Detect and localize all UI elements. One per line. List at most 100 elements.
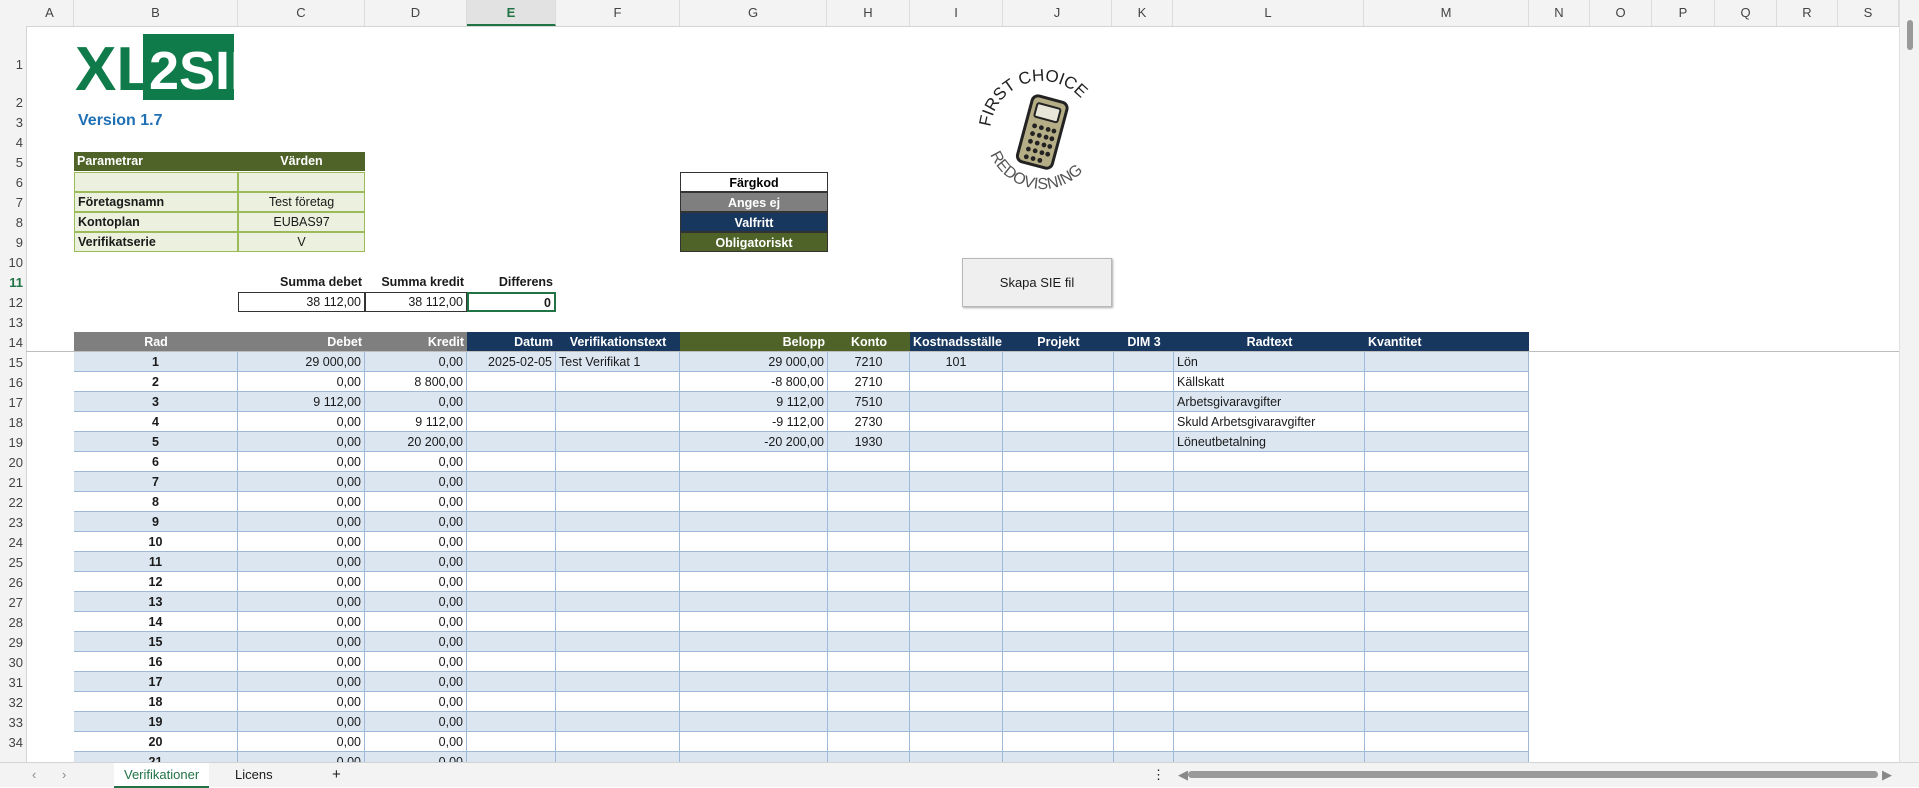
row-header-6[interactable]: 6 — [0, 172, 26, 192]
table-cell-kostnadsstalle[interactable] — [910, 372, 1003, 392]
table-cell-datum[interactable] — [467, 672, 556, 692]
table-cell-projekt[interactable] — [1003, 472, 1114, 492]
table-cell-konto[interactable]: 1930 — [828, 432, 910, 452]
table-cell-kostnadsstalle[interactable] — [910, 612, 1003, 632]
table-cell-rad[interactable]: 11 — [74, 552, 238, 572]
table-cell-belopp[interactable] — [680, 592, 828, 612]
table-cell-kvantitet[interactable] — [1365, 352, 1529, 372]
row-header-22[interactable]: 22 — [0, 492, 26, 512]
table-cell-kredit[interactable]: 0,00 — [365, 692, 467, 712]
table-cell-dim3[interactable] — [1114, 452, 1174, 472]
table-cell-datum[interactable] — [467, 372, 556, 392]
table-cell-kvantitet[interactable] — [1365, 592, 1529, 612]
row-header-21[interactable]: 21 — [0, 472, 26, 492]
table-cell-konto[interactable]: 2710 — [828, 372, 910, 392]
row-header-30[interactable]: 30 — [0, 652, 26, 672]
column-header-k[interactable]: K — [1112, 0, 1173, 26]
table-cell-kostnadsstalle[interactable] — [910, 652, 1003, 672]
table-cell-kostnadsstalle[interactable] — [910, 452, 1003, 472]
table-cell-verifikationstext[interactable] — [556, 752, 680, 762]
param-value-series[interactable]: V — [238, 232, 365, 252]
row-header-5[interactable]: 5 — [0, 152, 26, 172]
table-cell-rad[interactable]: 9 — [74, 512, 238, 532]
table-cell-belopp[interactable]: 29 000,00 — [680, 352, 828, 372]
table-cell-kostnadsstalle[interactable] — [910, 732, 1003, 752]
table-cell-belopp[interactable] — [680, 532, 828, 552]
table-cell-kredit[interactable]: 0,00 — [365, 552, 467, 572]
table-cell-projekt[interactable] — [1003, 592, 1114, 612]
table-cell-radtext[interactable] — [1174, 552, 1365, 572]
table-cell-projekt[interactable] — [1003, 492, 1114, 512]
table-cell-radtext[interactable] — [1174, 752, 1365, 762]
create-sie-file-button[interactable]: Skapa SIE fil — [962, 258, 1112, 307]
sum-kredit-value[interactable]: 38 112,00 — [365, 292, 467, 312]
row-header-14[interactable]: 14 — [0, 332, 26, 352]
table-cell-kvantitet[interactable] — [1365, 732, 1529, 752]
table-cell-konto[interactable] — [828, 572, 910, 592]
row-header-25[interactable]: 25 — [0, 552, 26, 572]
table-cell-verifikationstext[interactable] — [556, 472, 680, 492]
col-header-projekt[interactable]: Projekt — [1003, 332, 1114, 352]
table-cell-dim3[interactable] — [1114, 512, 1174, 532]
table-cell-kostnadsstalle[interactable] — [910, 512, 1003, 532]
table-cell-kredit[interactable]: 0,00 — [365, 392, 467, 412]
table-cell-kredit[interactable]: 0,00 — [365, 532, 467, 552]
scroll-right-icon[interactable]: ▶ — [1872, 763, 1902, 786]
table-cell-kvantitet[interactable] — [1365, 572, 1529, 592]
table-cell-dim3[interactable] — [1114, 632, 1174, 652]
table-cell-verifikationstext[interactable] — [556, 492, 680, 512]
table-cell-radtext[interactable] — [1174, 692, 1365, 712]
table-cell-datum[interactable] — [467, 592, 556, 612]
table-cell-konto[interactable] — [828, 512, 910, 532]
table-cell-kvantitet[interactable] — [1365, 412, 1529, 432]
table-cell-kostnadsstalle[interactable] — [910, 532, 1003, 552]
row-header-20[interactable]: 20 — [0, 452, 26, 472]
col-header-kredit[interactable]: Kredit — [365, 332, 467, 352]
table-cell-radtext[interactable] — [1174, 612, 1365, 632]
column-header-n[interactable]: N — [1529, 0, 1590, 26]
column-header-r[interactable]: R — [1777, 0, 1838, 26]
column-header-a[interactable]: A — [26, 0, 74, 26]
table-cell-kvantitet[interactable] — [1365, 692, 1529, 712]
col-header-radtext[interactable]: Radtext — [1174, 332, 1365, 352]
table-cell-projekt[interactable] — [1003, 652, 1114, 672]
col-header-belopp[interactable]: Belopp — [680, 332, 828, 352]
table-cell-kvantitet[interactable] — [1365, 612, 1529, 632]
row-header-7[interactable]: 7 — [0, 192, 26, 212]
row-header-23[interactable]: 23 — [0, 512, 26, 532]
table-cell-datum[interactable] — [467, 492, 556, 512]
row-header-12[interactable]: 12 — [0, 292, 26, 312]
column-header-e[interactable]: E — [467, 0, 556, 26]
row-header-2[interactable]: 2 — [0, 74, 26, 112]
table-cell-belopp[interactable] — [680, 732, 828, 752]
table-cell-dim3[interactable] — [1114, 692, 1174, 712]
horizontal-scroll-thumb[interactable] — [1188, 771, 1878, 778]
table-cell-kostnadsstalle[interactable] — [910, 432, 1003, 452]
table-cell-kvantitet[interactable] — [1365, 472, 1529, 492]
table-cell-dim3[interactable] — [1114, 612, 1174, 632]
col-header-dim3[interactable]: DIM 3 — [1114, 332, 1174, 352]
table-cell-rad[interactable]: 15 — [74, 632, 238, 652]
table-cell-dim3[interactable] — [1114, 432, 1174, 452]
worksheet-grid[interactable]: XL 2SIE Version 1.7 FIRST CHOICE REDOVIS… — [26, 26, 1899, 762]
table-cell-radtext[interactable] — [1174, 712, 1365, 732]
row-header-26[interactable]: 26 — [0, 572, 26, 592]
column-header-g[interactable]: G — [680, 0, 827, 26]
table-cell-verifikationstext[interactable] — [556, 692, 680, 712]
table-cell-kredit[interactable]: 0,00 — [365, 652, 467, 672]
table-cell-projekt[interactable] — [1003, 532, 1114, 552]
row-header-18[interactable]: 18 — [0, 412, 26, 432]
table-cell-datum[interactable] — [467, 432, 556, 452]
table-cell-radtext[interactable] — [1174, 472, 1365, 492]
table-cell-rad[interactable]: 19 — [74, 712, 238, 732]
param-value-empty[interactable] — [238, 172, 365, 192]
table-cell-kredit[interactable]: 0,00 — [365, 492, 467, 512]
add-sheet-button[interactable]: + — [322, 763, 351, 786]
table-cell-radtext[interactable] — [1174, 652, 1365, 672]
table-cell-kredit[interactable]: 0,00 — [365, 752, 467, 762]
table-cell-konto[interactable] — [828, 632, 910, 652]
table-cell-belopp[interactable] — [680, 652, 828, 672]
table-cell-projekt[interactable] — [1003, 352, 1114, 372]
row-header-27[interactable]: 27 — [0, 592, 26, 612]
row-header-10[interactable]: 10 — [0, 252, 26, 272]
